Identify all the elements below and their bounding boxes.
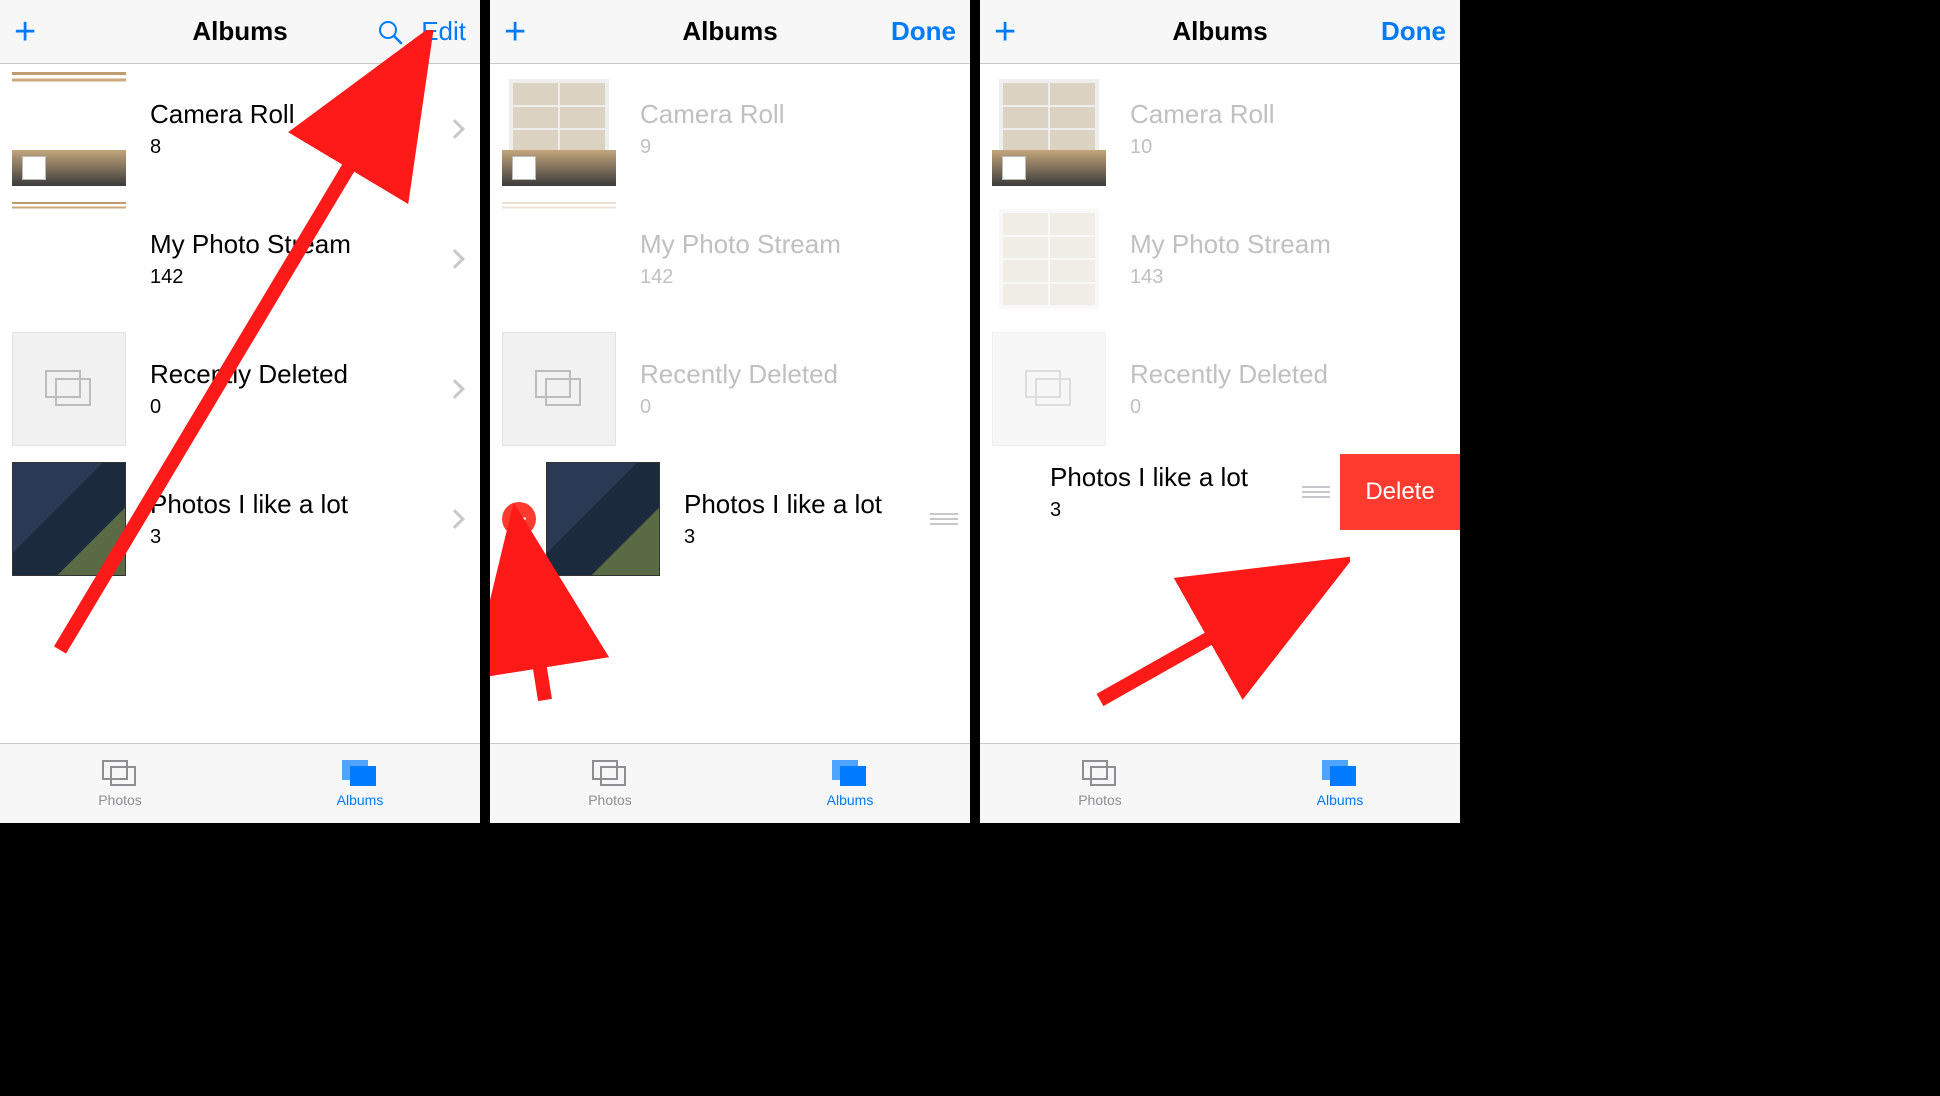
album-row-recently-deleted[interactable]: Recently Deleted 0 [0,324,480,454]
chevron-right-icon [445,249,465,269]
album-count: 0 [150,396,448,419]
nav-bar: + Albums Edit [0,0,480,64]
album-count: 143 [1130,266,1448,289]
album-thumbnail [992,202,1106,316]
tab-bar: Photos Albums [490,743,970,823]
album-title: My Photo Stream [1130,229,1448,260]
album-row-recently-deleted: Recently Deleted 0 [980,324,1460,454]
reorder-handle-icon[interactable] [1302,486,1330,498]
tab-albums[interactable]: Albums [240,744,480,823]
album-title: My Photo Stream [640,229,958,260]
photos-tab-icon [592,760,628,788]
album-count: 0 [640,396,958,419]
screen-2: + Albums Done Camera Roll 9 My Photo Str… [490,0,970,823]
album-title: Photos I like a lot [150,489,448,520]
chevron-right-icon [445,119,465,139]
album-count: 10 [1130,136,1448,159]
albums-tab-icon [1322,760,1358,788]
tab-photos[interactable]: Photos [490,744,730,823]
tab-albums[interactable]: Albums [730,744,970,823]
tab-photos[interactable]: Photos [0,744,240,823]
album-row-camera-roll: Camera Roll 10 [980,64,1460,194]
album-thumbnail [12,72,126,186]
album-row-camera-roll: Camera Roll 9 [490,64,970,194]
tab-bar: Photos Albums [980,743,1460,823]
tab-label: Photos [588,792,632,808]
chevron-right-icon [445,379,465,399]
tab-bar: Photos Albums [0,743,480,823]
tab-label: Albums [1317,792,1364,808]
album-count: 142 [150,266,448,289]
screen-1: + Albums Edit Camera Roll 8 [0,0,480,823]
album-row-photo-stream: My Photo Stream 142 [490,194,970,324]
album-row-photo-stream[interactable]: My Photo Stream 142 [0,194,480,324]
album-list-editing[interactable]: Camera Roll 9 My Photo Stream 142 Recent… [490,64,970,743]
nav-bar: + Albums Done [980,0,1460,64]
album-thumbnail [992,332,1106,446]
edit-button[interactable]: Edit [421,16,466,47]
album-title: Recently Deleted [1130,359,1448,390]
album-title: Camera Roll [150,99,448,130]
delete-button[interactable]: Delete [1340,454,1460,530]
album-title: My Photo Stream [150,229,448,260]
album-count: 0 [1130,396,1448,419]
album-count: 8 [150,136,448,159]
done-button[interactable]: Done [1381,16,1446,47]
album-title: Photos I like a lot [684,489,924,520]
album-count: 9 [640,136,958,159]
tab-photos[interactable]: Photos [980,744,1220,823]
add-album-button[interactable]: + [14,13,36,51]
album-row-recently-deleted: Recently Deleted 0 [490,324,970,454]
album-title: Recently Deleted [150,359,448,390]
album-thumbnail [12,332,126,446]
tab-label: Photos [98,792,142,808]
albums-tab-icon [832,760,868,788]
album-thumbnail [12,202,126,316]
album-count: 3 [150,526,448,549]
album-row-user-album-swiped[interactable]: Photos I like a lot 3 Delete [980,454,1460,530]
photos-tab-icon [102,760,138,788]
album-thumbnail [992,72,1106,186]
albums-tab-icon [342,760,378,788]
photos-tab-icon [1082,760,1118,788]
album-thumbnail [546,462,660,576]
tab-label: Photos [1078,792,1122,808]
album-row-user-album-editing[interactable]: − Photos I like a lot 3 [490,454,970,584]
album-list-editing[interactable]: Camera Roll 10 My Photo Stream 143 Recen… [980,64,1460,743]
tab-albums[interactable]: Albums [1220,744,1460,823]
stack-photos-icon [44,369,94,409]
album-title: Photos I like a lot [1050,462,1296,493]
album-thumbnail [502,332,616,446]
album-thumbnail [502,202,616,316]
album-count: 3 [1050,499,1296,522]
reorder-handle-icon[interactable] [930,513,958,525]
album-thumbnail [502,72,616,186]
album-row-user-album[interactable]: Photos I like a lot 3 [0,454,480,584]
add-album-button[interactable]: + [994,13,1016,51]
album-title: Camera Roll [1130,99,1448,130]
search-icon[interactable] [377,19,403,45]
album-list[interactable]: Camera Roll 8 My Photo Stream 142 Rece [0,64,480,743]
tab-label: Albums [337,792,384,808]
screen-3: + Albums Done Camera Roll 10 My Photo St… [980,0,1460,823]
add-album-button[interactable]: + [504,13,526,51]
stack-photos-icon [1024,369,1074,409]
stack-photos-icon [534,369,584,409]
delete-minus-button[interactable]: − [502,502,536,536]
nav-bar: + Albums Done [490,0,970,64]
album-count: 3 [684,526,924,549]
tab-label: Albums [827,792,874,808]
album-title: Camera Roll [640,99,958,130]
album-title: Recently Deleted [640,359,958,390]
album-row-camera-roll[interactable]: Camera Roll 8 [0,64,480,194]
album-thumbnail [12,462,126,576]
done-button[interactable]: Done [891,16,956,47]
album-count: 142 [640,266,958,289]
chevron-right-icon [445,509,465,529]
album-row-photo-stream: My Photo Stream 143 [980,194,1460,324]
